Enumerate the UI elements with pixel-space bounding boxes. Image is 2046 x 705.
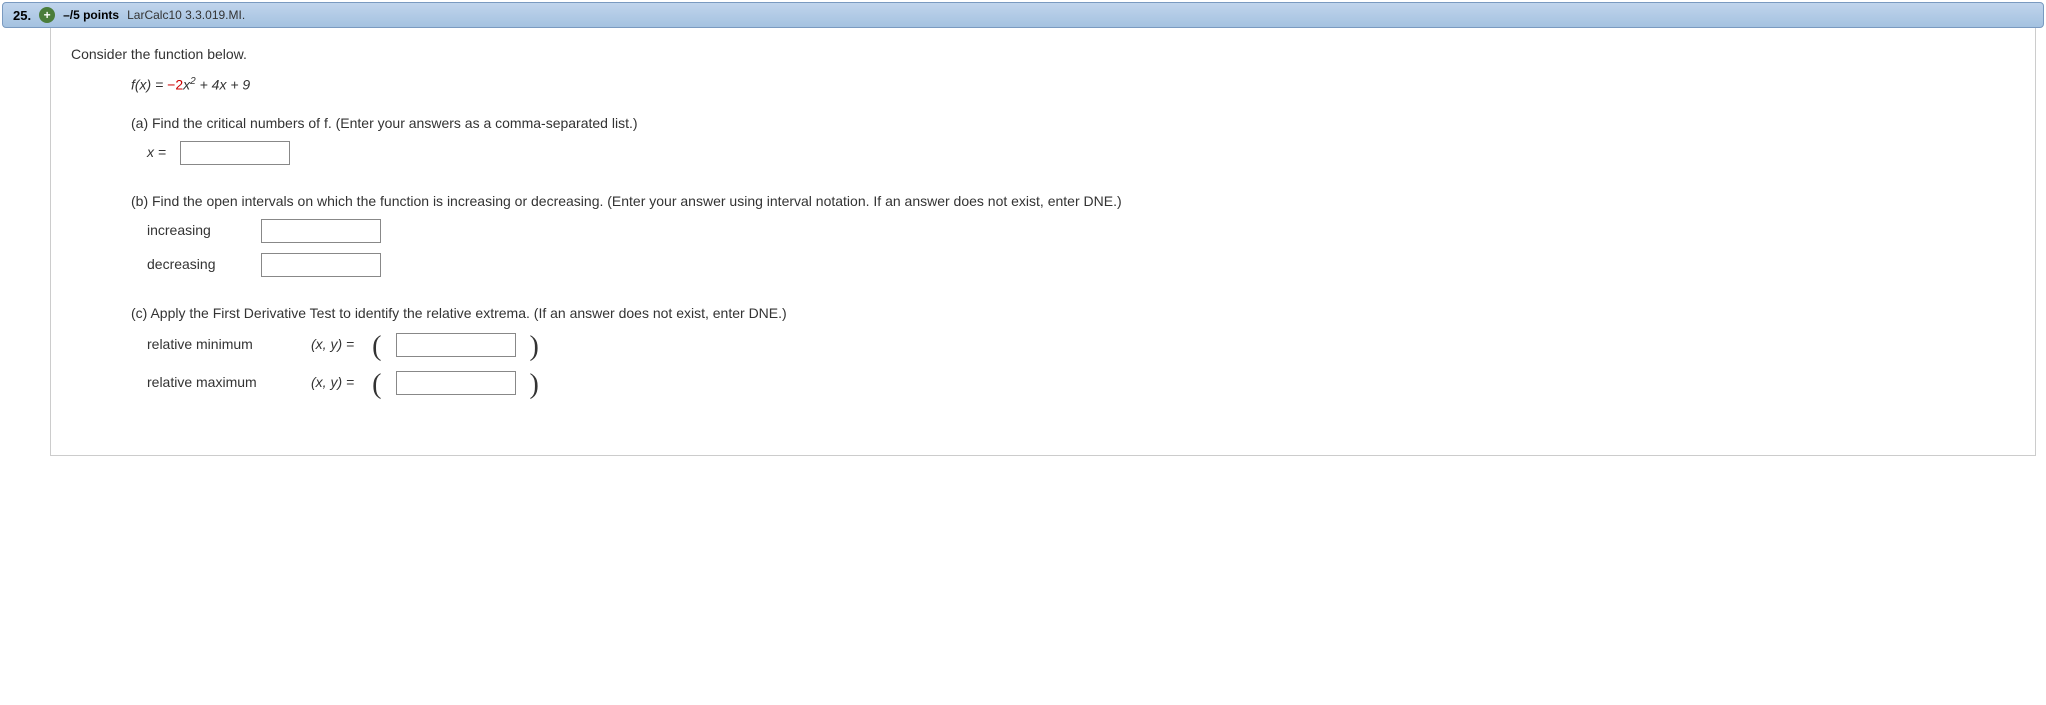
increasing-label: increasing xyxy=(147,219,247,241)
decreasing-input[interactable] xyxy=(261,253,381,277)
rel-max-row: relative maximum (x, y) = ( ) xyxy=(147,369,2015,397)
open-paren-icon: ( xyxy=(372,333,381,361)
part-b-text: (b) Find the open intervals on which the… xyxy=(131,193,2015,209)
rel-min-row: relative minimum (x, y) = ( ) xyxy=(147,331,2015,359)
part-c-text: (c) Apply the First Derivative Test to i… xyxy=(131,305,2015,321)
close-paren-icon: ) xyxy=(530,371,539,399)
part-a-text: (a) Find the critical numbers of f. (Ent… xyxy=(131,115,2015,131)
decreasing-row: decreasing xyxy=(147,253,2015,277)
func-prefix: f(x) = xyxy=(131,77,167,93)
question-source: LarCalc10 3.3.019.MI. xyxy=(127,8,245,22)
increasing-input[interactable] xyxy=(261,219,381,243)
rel-max-label: relative maximum xyxy=(147,371,297,393)
question-body: Consider the function below. f(x) = −2x2… xyxy=(50,28,2036,456)
intro-text: Consider the function below. xyxy=(71,46,2015,62)
decreasing-label: decreasing xyxy=(147,253,247,275)
function-expression: f(x) = −2x2 + 4x + 9 xyxy=(131,76,2015,93)
func-rest: + 4x + 9 xyxy=(196,77,250,93)
xy-label-min: (x, y) = xyxy=(311,333,354,355)
rel-min-input[interactable] xyxy=(396,333,516,357)
rel-min-label: relative minimum xyxy=(147,333,297,355)
expand-icon[interactable]: + xyxy=(39,7,55,23)
question-header: 25. + –/5 points LarCalc10 3.3.019.MI. xyxy=(2,2,2044,28)
rel-max-input[interactable] xyxy=(396,371,516,395)
xy-label-max: (x, y) = xyxy=(311,371,354,393)
part-a-label: x = xyxy=(147,141,166,163)
points-display: –/5 points xyxy=(63,8,119,22)
open-paren-icon: ( xyxy=(372,371,381,399)
critical-numbers-input[interactable] xyxy=(180,141,290,165)
increasing-row: increasing xyxy=(147,219,2015,243)
close-paren-icon: ) xyxy=(530,333,539,361)
question-number: 25. xyxy=(13,8,31,23)
part-a-row: x = xyxy=(147,141,2015,165)
func-coef: −2 xyxy=(167,77,183,93)
